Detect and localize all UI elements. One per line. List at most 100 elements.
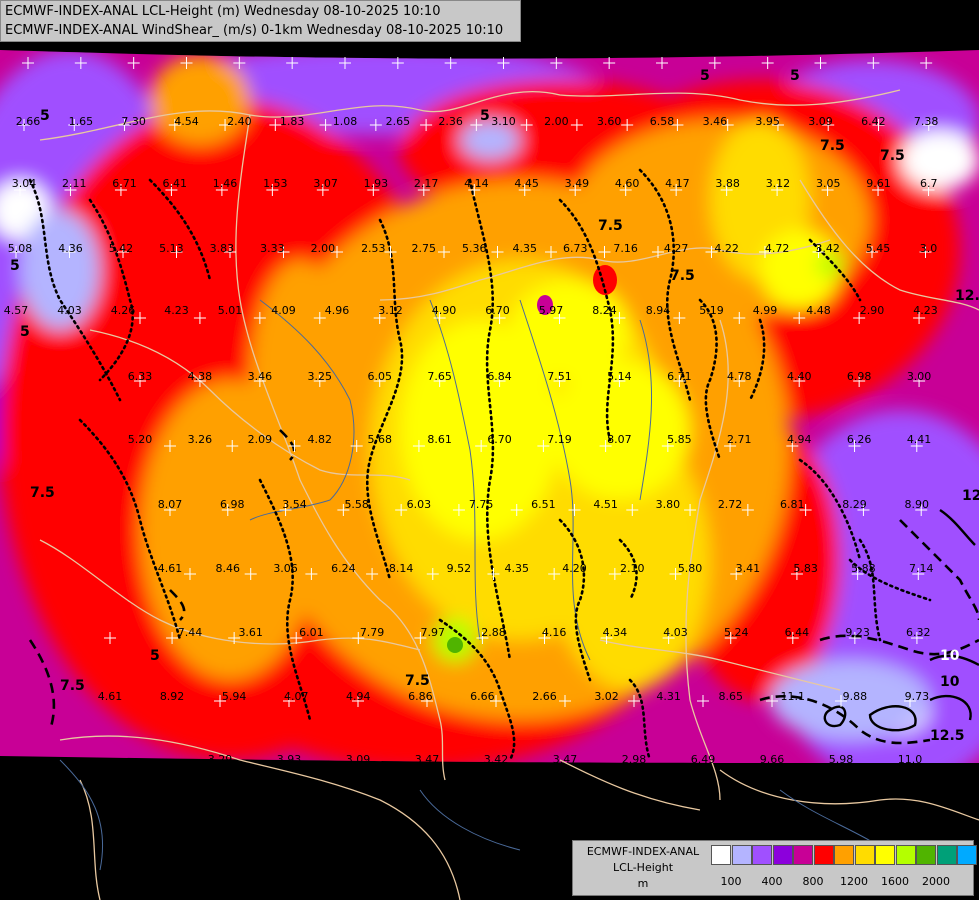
grid-value: 4.20	[562, 562, 587, 575]
grid-value: 2.88	[481, 626, 506, 639]
grid-value: 3.06	[273, 562, 298, 575]
grid-value: 3.04	[12, 177, 37, 190]
legend-swatch	[895, 845, 916, 865]
grid-value: 5.97	[539, 304, 564, 317]
grid-value: 4.31	[656, 690, 681, 703]
grid-value: 7.44	[178, 626, 203, 639]
grid-value: 6.70	[487, 433, 512, 446]
grid-value: 4.99	[753, 304, 778, 317]
grid-value: 6.01	[299, 626, 324, 639]
grid-value: 2.10	[620, 562, 645, 575]
grid-value: 4.26	[111, 304, 136, 317]
grid-value: 6.66	[470, 690, 495, 703]
grid-value: 5.01	[218, 304, 243, 317]
grid-value: 5.14	[607, 370, 632, 383]
grid-value: 7.38	[914, 115, 939, 128]
grid-value: 3.93	[277, 753, 302, 766]
grid-value: 3.26	[188, 433, 213, 446]
contour-label: 7.5	[60, 678, 85, 694]
grid-value: 7.75	[469, 498, 494, 511]
grid-value: 6.03	[407, 498, 432, 511]
contour-label: 7.5	[880, 148, 905, 164]
legend-swatch	[752, 845, 772, 865]
legend-tick-label: 1600	[881, 875, 909, 888]
grid-value: 5.68	[367, 433, 392, 446]
grid-value: 4.82	[308, 433, 333, 446]
grid-value: 6.42	[861, 115, 886, 128]
grid-value: 3.05	[816, 177, 841, 190]
contour-label: 5	[480, 108, 490, 124]
contour-label: 5	[150, 648, 160, 664]
grid-value: 6.58	[650, 115, 675, 128]
grid-value: 4.14	[464, 177, 489, 190]
grid-value: 2.17	[414, 177, 439, 190]
grid-value: 3.09	[808, 115, 833, 128]
grid-value: 5.98	[829, 753, 854, 766]
grid-value: 3.46	[248, 370, 273, 383]
grid-value: 6.33	[128, 370, 153, 383]
grid-value: 3.54	[282, 498, 307, 511]
grid-value: 6.71	[667, 370, 692, 383]
contour-label: 7.5	[598, 218, 623, 234]
grid-value: 9.88	[843, 690, 868, 703]
grid-value: 4.09	[271, 304, 296, 317]
grid-value: 4.23	[164, 304, 189, 317]
grid-value: 1.46	[213, 177, 238, 190]
grid-value: 6.81	[780, 498, 805, 511]
grid-value: 8.94	[646, 304, 671, 317]
grid-value: 7.79	[360, 626, 385, 639]
grid-value: 8.46	[216, 562, 241, 575]
legend-swatch	[813, 845, 834, 865]
legend-model-name: ECMWF-INDEX-ANAL	[586, 845, 700, 858]
grid-value: 4.03	[57, 304, 82, 317]
grid-value: 5.85	[667, 433, 692, 446]
grid-value: 5.24	[724, 626, 749, 639]
grid-value: 6.44	[785, 626, 810, 639]
grid-value: 11.0	[898, 753, 923, 766]
grid-value: 8.14	[389, 562, 414, 575]
grid-value: 4.54	[174, 115, 199, 128]
legend-swatch	[793, 845, 813, 865]
contour-label: 5	[20, 324, 30, 340]
grid-value: 4.36	[58, 242, 83, 255]
grid-value: 3.29	[208, 753, 233, 766]
grid-value: 9.61	[866, 177, 891, 190]
grid-value: 4.34	[603, 626, 628, 639]
grid-value: 5.20	[128, 433, 153, 446]
contour-label: 7.5	[30, 485, 55, 501]
legend-swatch	[731, 845, 752, 865]
grid-value: 3.09	[346, 753, 371, 766]
grid-value: 2.71	[727, 433, 752, 446]
weather-map: 5 7.5 10 12.5 5 7.5 7.5 5 5 7.5 7.5 10 1…	[0, 0, 979, 900]
grid-value: 6.24	[331, 562, 356, 575]
grid-value: 4.61	[158, 562, 183, 575]
grid-value: 3.33	[260, 242, 285, 255]
contour-label: 12.5	[930, 728, 965, 744]
grid-value: 2.00	[544, 115, 569, 128]
grid-value: 8.07	[158, 498, 183, 511]
grid-value: 6.98	[847, 370, 872, 383]
grid-value: 4.35	[504, 562, 529, 575]
grid-value: 4.72	[765, 242, 790, 255]
contour-label: 12.5	[955, 288, 979, 304]
grid-value: 6.49	[691, 753, 716, 766]
grid-value: 8.29	[842, 498, 867, 511]
title-line-2: ECMWF-INDEX-ANAL WindShear_ (m/s) 0-1km …	[5, 23, 504, 38]
grid-value: 5.36	[462, 242, 487, 255]
grid-value: 2.66	[16, 115, 41, 128]
grid-value: 3.61	[238, 626, 263, 639]
grid-value: 4.40	[787, 370, 812, 383]
grid-value: 3.12	[378, 304, 403, 317]
contour-label: 7.5	[405, 673, 430, 689]
grid-value: 11.1	[781, 690, 806, 703]
grid-value: 6.26	[847, 433, 872, 446]
grid-value: 6.71	[112, 177, 137, 190]
grid-value: 8.90	[905, 498, 930, 511]
grid-value: 6.7	[920, 177, 938, 190]
contour-label: 7.5	[670, 268, 695, 284]
legend-swatch	[772, 845, 793, 865]
grid-value: 4.41	[907, 433, 932, 446]
legend-swatch	[875, 845, 895, 865]
grid-value: 5.13	[159, 242, 184, 255]
contour-label: 5	[790, 68, 800, 84]
